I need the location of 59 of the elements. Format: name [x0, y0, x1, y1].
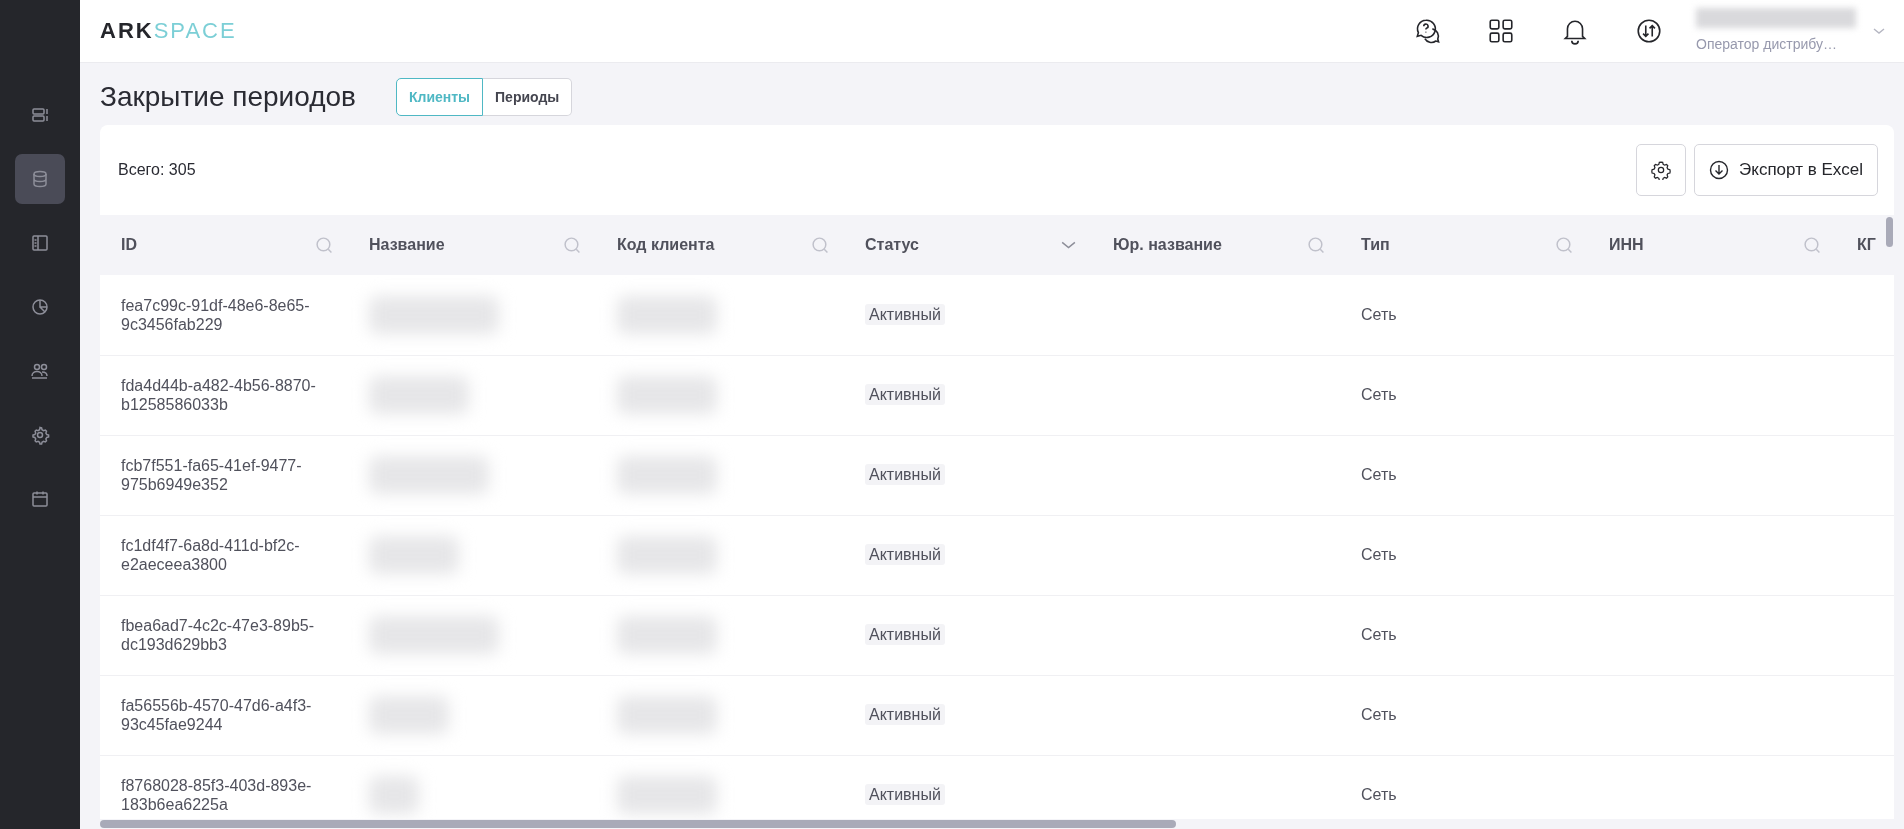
column-header: КГ — [1857, 235, 1876, 255]
status-tag: Активный — [865, 544, 945, 566]
column-header: ИНН — [1609, 235, 1644, 255]
export-button[interactable]: Экспорт в Excel — [1694, 144, 1878, 196]
table-cell: fa56556b-4570-47d6-a4f3-93c45fae9244 — [121, 696, 312, 733]
table-cell: fda4d44b-a482-4b56-8870-b1258586033b — [121, 376, 316, 413]
column-header: Юр. название — [1113, 235, 1222, 255]
help-chat-icon — [1413, 17, 1441, 45]
table-cell: fc1df4f7-6a8d-411d-bf2c-e2aeceea3800 — [121, 536, 300, 573]
pie-chart-icon — [30, 297, 50, 317]
download-icon — [1709, 160, 1730, 180]
column-header: ID — [121, 235, 137, 255]
list-icon — [30, 105, 50, 125]
search-icon — [563, 236, 581, 254]
grid-button[interactable] — [1486, 16, 1516, 46]
column-header: Название — [369, 235, 445, 255]
status-tag: Активный — [865, 784, 945, 806]
search-icon — [1803, 236, 1821, 254]
table-cell: fcb7f551-fa65-41ef-9477-975b6949e352 — [121, 456, 302, 493]
table-cell: Сеть — [1361, 706, 1397, 724]
table-cell: Сеть — [1361, 386, 1397, 404]
total-count: Всего: 305 — [118, 160, 196, 180]
settings-button[interactable] — [1636, 144, 1687, 196]
table-cell: fbea6ad7-4c2c-47e3-89b5-dc193d629bb3 — [121, 616, 315, 653]
table-cell: Сеть — [1361, 786, 1397, 804]
calendar-icon — [30, 489, 50, 509]
search-icon — [1555, 236, 1573, 254]
table-cell: Сеть — [1361, 306, 1397, 324]
search-icon — [1307, 236, 1325, 254]
users-icon — [30, 361, 50, 381]
database-icon — [30, 169, 50, 189]
horizontal-scrollbar[interactable] — [100, 819, 1894, 829]
search-icon — [315, 236, 333, 254]
sync-icon — [1635, 17, 1663, 45]
table-cell: Сеть — [1361, 626, 1397, 644]
tab[interactable]: Периоды — [483, 78, 573, 116]
search-icon — [811, 236, 829, 254]
panel-icon — [30, 233, 50, 253]
status-tag: Активный — [865, 304, 945, 326]
page-title: Закрытие периодов — [100, 80, 356, 114]
sidebar-item[interactable] — [15, 154, 65, 204]
column-header: Тип — [1361, 235, 1390, 255]
table-cell: fea7c99c-91df-48e6-8e65-9c3456fab229 — [121, 296, 310, 333]
settings-icon — [1651, 160, 1672, 180]
user-role: Оператор дистрибу… — [1696, 34, 1838, 54]
column-header: Код клиента — [617, 235, 715, 255]
sync-button[interactable] — [1634, 16, 1664, 46]
table-cell: Сеть — [1361, 546, 1397, 564]
table-cell: f8768028-85f3-403d-893e-183b6ea6225a — [121, 776, 312, 813]
table-cell: Сеть — [1361, 466, 1397, 484]
vertical-scrollbar[interactable] — [1886, 217, 1893, 247]
status-tag: Активный — [865, 384, 945, 406]
status-tag: Активный — [865, 704, 945, 726]
grid-icon — [1487, 17, 1515, 45]
status-tag: Активный — [865, 464, 945, 486]
status-tag: Активный — [865, 624, 945, 646]
logo: ARKSPACE — [100, 20, 237, 42]
column-header: Статус — [865, 235, 919, 255]
settings-icon — [30, 425, 50, 445]
